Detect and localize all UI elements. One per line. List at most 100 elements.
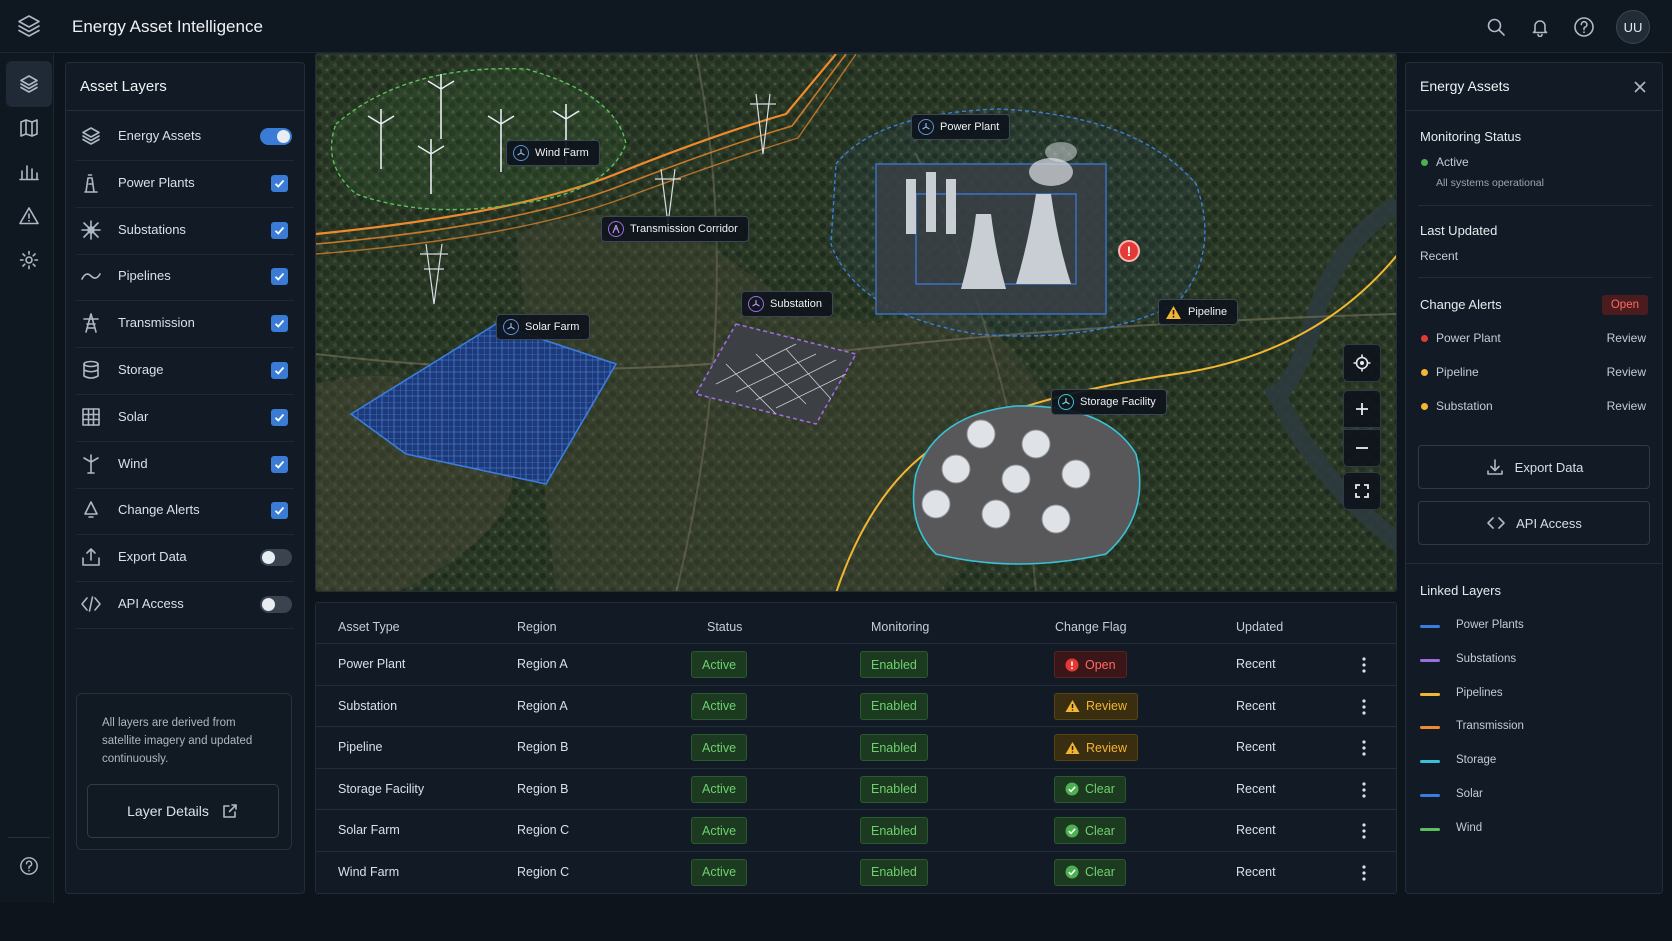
alert-review-link[interactable]: Review [1607,399,1646,413]
zoom-in-button[interactable] [1343,390,1381,428]
linked-layer-label: Storage [1456,754,1497,767]
alert-review-link[interactable]: Review [1607,331,1646,345]
divider [1406,110,1662,111]
help-circle-icon [1574,17,1594,37]
layer-details-button[interactable]: Layer Details [87,784,279,838]
power-plant-alert-marker[interactable]: ! [1118,240,1140,262]
alert-review-link[interactable]: Review [1607,365,1646,379]
layer-row-solar[interactable]: Solar [76,392,294,442]
layer-label: Storage [118,362,164,377]
layer-row-transmission[interactable]: Transmission [76,298,294,349]
table-row[interactable]: Storage Facility Region B Active Enabled Cle… [316,767,1396,810]
nav-help[interactable] [6,843,52,889]
cell-updated: Recent [1236,740,1276,754]
api-access-button[interactable]: API Access [1418,501,1650,545]
column-header-monitoring[interactable]: Monitoring [871,620,929,634]
map-label-text: Transmission Corridor [630,223,738,235]
column-header-region[interactable]: Region [517,620,557,634]
export-data-button[interactable]: Export Data [1418,445,1650,489]
satellite-map[interactable]: Wind Farm Transmission Corridor Power Pl… [315,53,1397,592]
layer-row-wind[interactable]: Wind [76,439,294,489]
layer-row-storage[interactable]: Storage [76,345,294,395]
nav-map[interactable] [6,105,52,151]
layer-row-pipelines[interactable]: Pipelines [76,251,294,302]
table-row[interactable]: Power Plant Region A Active Enabled Open Rece… [316,643,1396,685]
linked-layer-label: Transmission [1456,720,1524,733]
change-flag-label: Review [1086,699,1127,713]
table-row[interactable]: Pipeline Region B Active Enabled Review Recen… [316,726,1396,768]
user-avatar[interactable]: UU [1616,10,1650,44]
app-title: Energy Asset Intelligence [72,17,263,36]
layer-toggle[interactable] [260,549,292,567]
monitoring-status-title: Monitoring Status [1420,129,1522,144]
map-label-substation[interactable]: Substation [741,291,833,317]
more-vertical-icon[interactable] [1356,781,1372,799]
status-badge: Active [691,775,748,803]
monitoring-status-sub: All systems operational [1436,177,1544,189]
layer-checkbox[interactable] [271,455,288,473]
monitoring-badge: Enabled [860,858,928,886]
divider [1406,563,1662,564]
alert-label: Substation [1436,399,1493,413]
map-label-transmission-corridor[interactable]: Transmission Corridor [601,216,749,242]
layer-checkbox[interactable] [271,174,288,192]
layer-row-power-plants[interactable]: Power Plants [76,158,294,208]
nav-settings[interactable] [6,237,52,283]
fullscreen-button[interactable] [1343,472,1381,510]
layer-label: Export Data [118,549,187,565]
layer-row-energy-assets[interactable]: Energy Assets [76,111,294,161]
map-label-wind-farm[interactable]: Wind Farm [506,140,600,166]
help-button[interactable] [1572,15,1596,39]
stacked-layers-logo-icon [18,15,40,37]
layer-row-api-access[interactable]: API Access [76,579,294,629]
map-label-solar-farm[interactable]: Solar Farm [496,314,591,340]
layer-row-export-data[interactable]: Export Data [76,532,294,583]
status-badge: Active [691,692,748,720]
column-header-updated[interactable]: Updated [1236,620,1283,634]
layer-checkbox[interactable] [271,221,288,239]
layer-row-substations[interactable]: Substations [76,205,294,255]
locate-button[interactable] [1343,344,1381,382]
layer-row-change-alerts[interactable]: Change Alerts [76,485,294,536]
more-vertical-icon[interactable] [1356,822,1372,840]
more-vertical-icon[interactable] [1356,864,1372,882]
column-header-status[interactable]: Status [707,620,742,634]
layer-checkbox[interactable] [271,315,288,333]
substation-icon [748,296,764,312]
table-row[interactable]: Wind Farm Region C Active Enabled Clear Recen… [316,850,1396,893]
column-header-asset-type[interactable]: Asset Type [338,620,400,634]
checkmark-icon [274,226,285,235]
nav-layers[interactable] [6,61,52,107]
layer-checkbox[interactable] [271,502,288,520]
last-updated-value: Recent [1420,249,1459,263]
wind-turbine-icon [513,145,529,161]
map-label-text: Solar Farm [525,321,580,333]
layer-checkbox[interactable] [271,408,288,426]
cell-updated: Recent [1236,781,1276,796]
nav-analytics[interactable] [6,149,52,195]
column-header-change-flag[interactable]: Change Flag [1055,620,1127,634]
cell-region: Region A [517,657,568,671]
map-label-storage-facility[interactable]: Storage Facility [1051,389,1167,415]
map-label-power-plant[interactable]: Power Plant [911,114,1011,140]
more-vertical-icon[interactable] [1356,698,1372,716]
layer-checkbox[interactable] [271,362,288,379]
search-button[interactable] [1484,15,1508,39]
layer-checkbox[interactable] [271,268,288,286]
pipeline-icon [81,273,101,281]
warning-triangle-icon [1065,700,1080,712]
table-row[interactable]: Substation Region A Active Enabled Review Rec… [316,684,1396,727]
notifications-button[interactable] [1528,15,1552,39]
nav-alerts[interactable] [6,193,52,239]
close-icon[interactable] [1632,79,1648,95]
more-vertical-icon[interactable] [1356,656,1372,674]
more-vertical-icon[interactable] [1356,739,1372,757]
panel-title: Asset Layers [80,78,167,95]
map-label-pipeline[interactable]: Pipeline [1158,299,1239,325]
layer-toggle[interactable] [260,128,292,145]
table-row[interactable]: Solar Farm Region C Active Enabled Clear Rece… [316,809,1396,851]
zoom-out-button[interactable] [1343,429,1381,467]
alert-dot [1421,369,1428,376]
layer-label: Transmission [118,315,195,331]
layer-toggle[interactable] [260,596,292,613]
